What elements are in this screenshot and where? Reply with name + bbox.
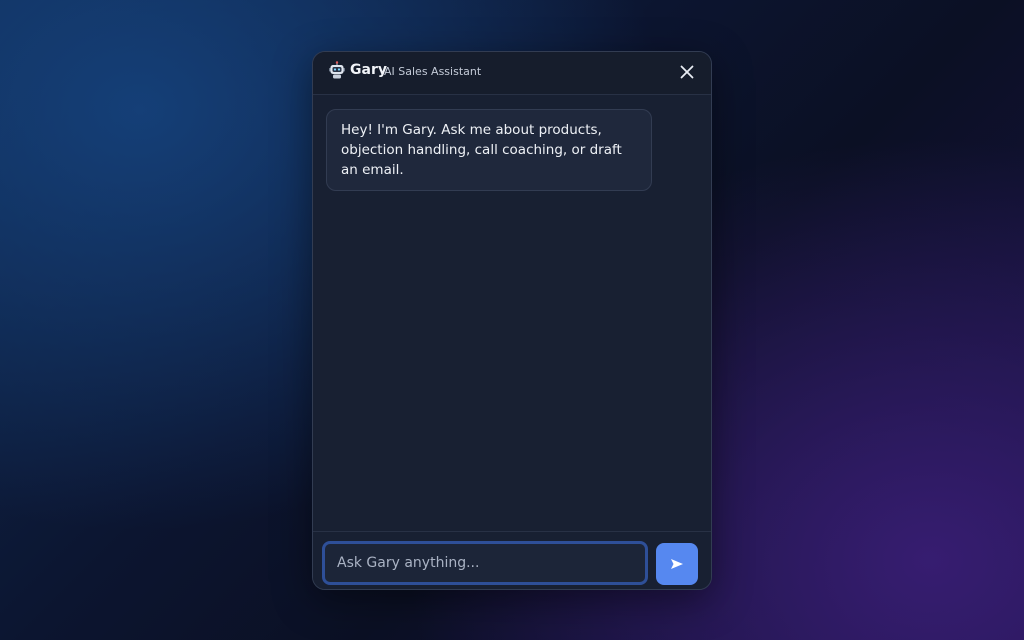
composer: [313, 531, 711, 589]
assistant-name: Gary: [350, 62, 387, 78]
send-button[interactable]: [656, 543, 698, 585]
close-button[interactable]: [677, 62, 697, 82]
close-icon: [680, 65, 694, 79]
assistant-role: AI Sales Assistant: [384, 65, 482, 78]
message-list: Hey! I'm Gary. Ask me about products, ob…: [313, 95, 711, 531]
chat-window: Gary AI Sales Assistant Hey! I'm Gary. A…: [312, 51, 712, 590]
send-icon: [671, 559, 683, 569]
message-input[interactable]: [322, 541, 648, 585]
chat-header: Gary AI Sales Assistant: [313, 52, 711, 95]
robot-icon: [329, 61, 345, 79]
assistant-message: Hey! I'm Gary. Ask me about products, ob…: [326, 109, 652, 191]
